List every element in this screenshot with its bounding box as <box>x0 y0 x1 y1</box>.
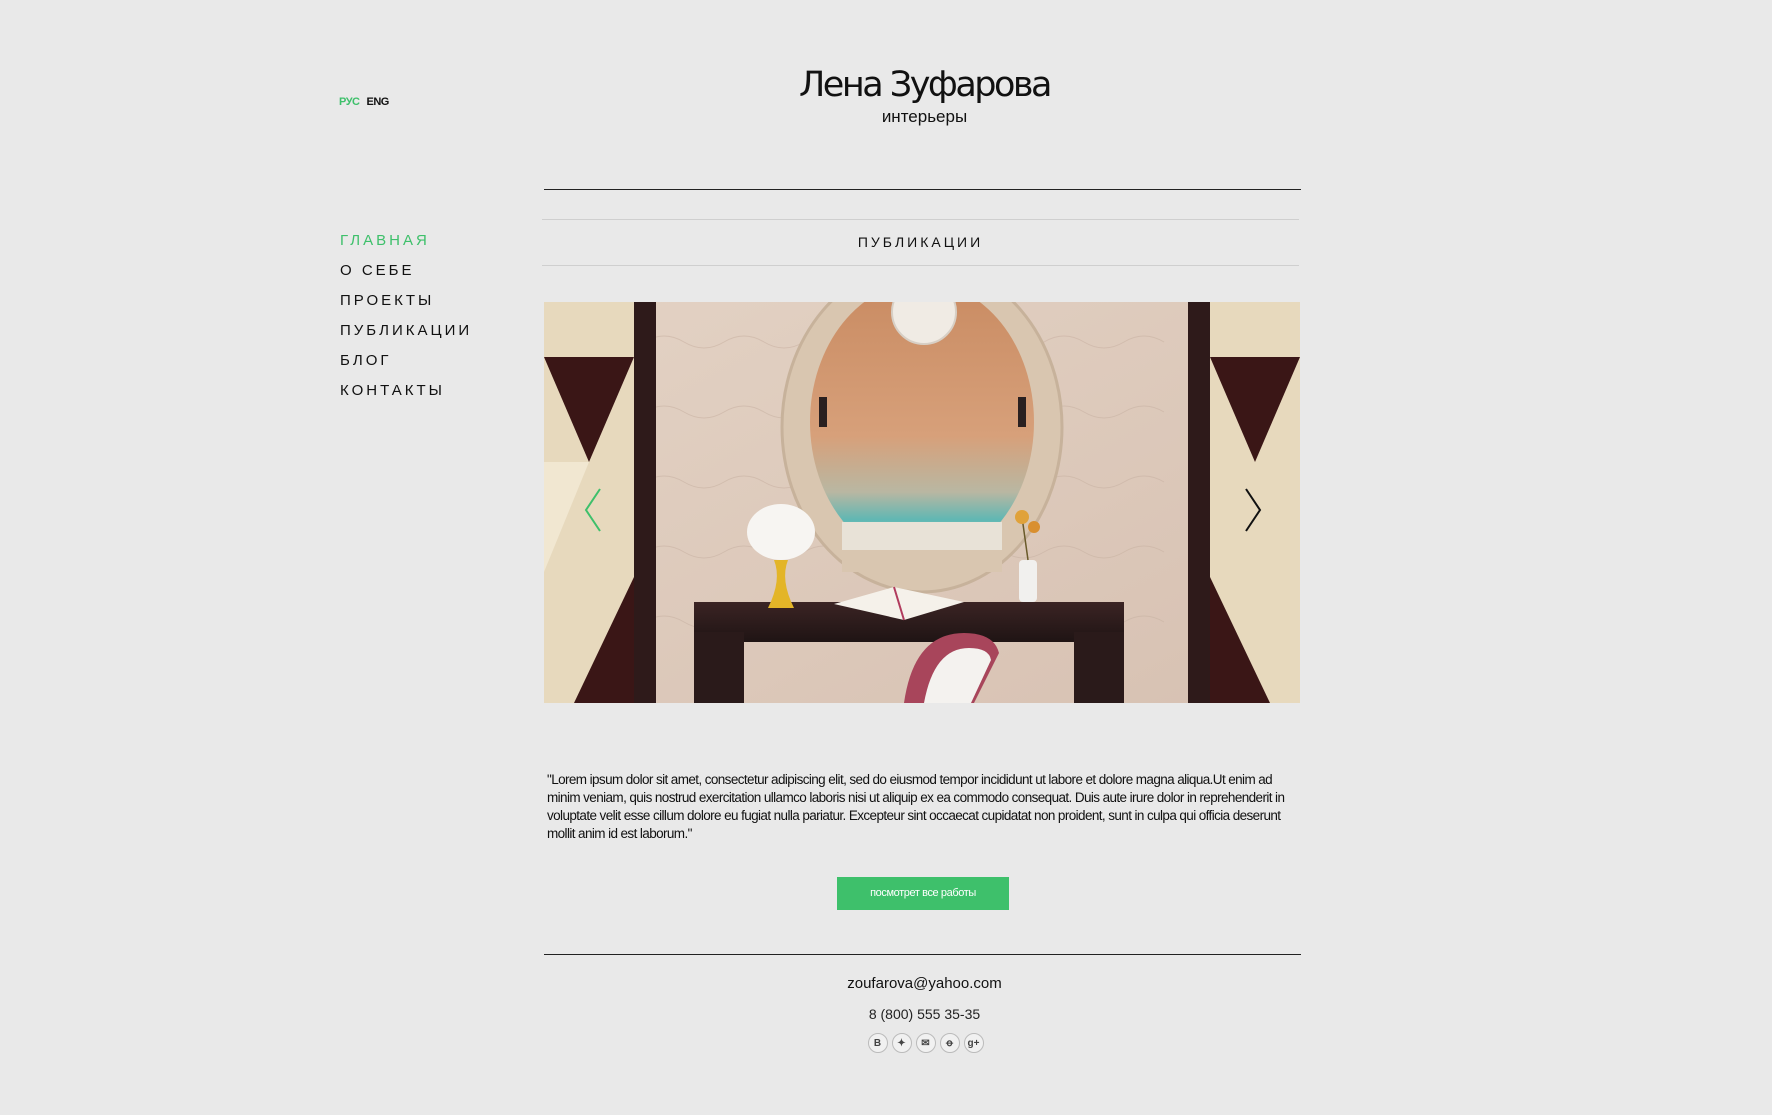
nav-item-publications[interactable]: ПУБЛИКАЦИИ <box>340 316 472 346</box>
nav-item-contacts[interactable]: КОНТАКТЫ <box>340 376 472 406</box>
lang-en-link[interactable]: ENG <box>366 96 389 108</box>
image-slider[interactable] <box>544 302 1300 703</box>
site-header: Лена Зуфарова интерьеры <box>543 64 1306 127</box>
chevron-right-icon <box>1245 488 1262 532</box>
language-switcher: РУС ENG <box>339 96 396 108</box>
slider-prev-button[interactable] <box>582 487 606 533</box>
contact-phone[interactable]: 8 (800) 555 35-35 <box>543 1006 1306 1022</box>
slider-next-button[interactable] <box>1240 487 1264 533</box>
nav-item-blog[interactable]: БЛОГ <box>340 346 472 376</box>
view-all-works-button[interactable]: посмотрет все работы <box>837 877 1009 910</box>
header-divider <box>544 189 1301 190</box>
section-title: ПУБЛИКАЦИИ <box>542 219 1299 266</box>
site-title[interactable]: Лена Зуфарова <box>543 64 1306 106</box>
nav-item-home[interactable]: ГЛАВНАЯ <box>340 226 472 256</box>
slider-image <box>544 302 1300 703</box>
google-plus-icon[interactable]: g+ <box>963 1033 984 1053</box>
contacts: zoufarova@yahoo.com 8 (800) 555 35-35 B … <box>543 975 1306 1053</box>
twitter-icon[interactable]: ✦ <box>891 1033 912 1053</box>
social-links: B ✦ ✉ ꝋ g+ <box>543 1033 1306 1053</box>
mail-icon[interactable]: ✉ <box>915 1033 936 1053</box>
chevron-left-icon <box>584 488 601 532</box>
nav-item-about[interactable]: О СЕБЕ <box>340 256 472 286</box>
vk-icon[interactable]: B <box>867 1033 888 1053</box>
footer-divider <box>544 954 1301 955</box>
main-nav: ГЛАВНАЯ О СЕБЕ ПРОЕКТЫ ПУБЛИКАЦИИ БЛОГ К… <box>340 226 472 406</box>
lang-ru-link[interactable]: РУС <box>339 96 360 108</box>
quote-text: "Lorem ipsum dolor sit amet, consectetur… <box>547 772 1285 841</box>
odnoklassniki-icon[interactable]: ꝋ <box>939 1033 960 1053</box>
site-subtitle: интерьеры <box>881 107 968 126</box>
nav-item-projects[interactable]: ПРОЕКТЫ <box>340 286 472 316</box>
contact-email[interactable]: zoufarova@yahoo.com <box>543 975 1306 992</box>
